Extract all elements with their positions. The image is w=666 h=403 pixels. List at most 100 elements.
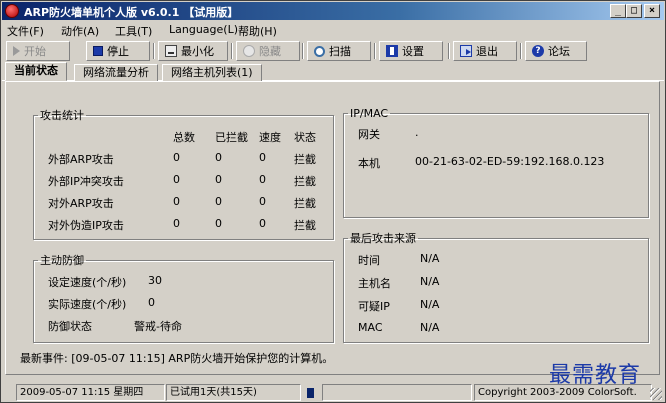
toolbar: 开始 停止 最小化 隐藏 扫描 设置 退出 ? 论坛 (2, 39, 664, 63)
menu-action[interactable]: 动作(A) (61, 23, 99, 39)
toolbar-separator (302, 43, 304, 59)
attack-time-value: N/A (420, 252, 440, 265)
suspicious-ip-label: 可疑IP (358, 300, 390, 313)
last-attack-legend: 最后攻击来源 (350, 232, 416, 245)
column-header-status: 状态 (294, 131, 316, 144)
row-status: 拦截 (294, 197, 316, 210)
last-attack-group: 最后攻击来源 时间 N/A 主机名 N/A 可疑IP N/A MAC N/A (343, 230, 649, 343)
tab-strip: 当前状态 网络流量分析 网络主机列表(1) (2, 62, 664, 81)
row-status: 拦截 (294, 153, 316, 166)
play-icon (13, 46, 20, 56)
resize-grip[interactable] (650, 388, 662, 400)
gateway-label: 网关 (358, 128, 380, 141)
row-speed: 0 (259, 217, 266, 230)
settings-icon (386, 45, 398, 57)
row-label: 对外伪造IP攻击 (48, 219, 124, 232)
tab-host-list[interactable]: 网络主机列表(1) (162, 64, 262, 81)
suspicious-ip-value: N/A (420, 298, 440, 311)
defense-status-label: 防御状态 (48, 320, 92, 333)
toolbar-separator (448, 43, 450, 59)
close-button[interactable]: × (644, 4, 660, 18)
latest-event: 最新事件: [09-05-07 11:15] ARP防火墙开始保护您的计算机。 (20, 352, 334, 365)
local-mac-ip-value: 00-21-63-02-ED-59:192.168.0.123 (415, 155, 605, 168)
column-header-speed: 速度 (259, 131, 281, 144)
toolbar-separator (231, 43, 233, 59)
forum-button[interactable]: ? 论坛 (525, 41, 587, 61)
gateway-value: . (415, 126, 419, 139)
ip-mac-legend: IP/MAC (350, 107, 389, 120)
tab-current-status[interactable]: 当前状态 (5, 62, 67, 81)
row-total: 0 (173, 173, 180, 186)
row-blocked: 0 (215, 173, 222, 186)
row-label: 外部ARP攻击 (48, 153, 114, 166)
row-status: 拦截 (294, 219, 316, 232)
row-blocked: 0 (215, 195, 222, 208)
row-total: 0 (173, 151, 180, 164)
toolbar-separator (153, 43, 155, 59)
actual-speed-value: 0 (148, 296, 155, 309)
defense-status-value: 警戒-待命 (134, 320, 182, 333)
menu-file[interactable]: 文件(F) (7, 23, 44, 39)
ip-mac-group: IP/MAC 网关 . 本机 00-21-63-02-ED-59:192.168… (343, 107, 649, 218)
row-total: 0 (173, 195, 180, 208)
set-speed-label: 设定速度(个/秒) (48, 276, 127, 289)
scan-label: 扫描 (329, 45, 351, 58)
attack-mac-label: MAC (358, 321, 383, 334)
menu-tools[interactable]: 工具(T) (115, 23, 152, 39)
status-trial: 已试用1天(共15天) (166, 384, 301, 401)
stop-icon (93, 46, 103, 56)
minimize-label: 最小化 (181, 45, 214, 58)
minimize-button[interactable]: _ (610, 4, 626, 18)
title-bar[interactable]: ARP防火墙单机个人版 v6.0.1 【试用版】 _ □ × (2, 2, 664, 20)
stop-button[interactable]: 停止 (86, 41, 150, 61)
active-defense-group: 主动防御 设定速度(个/秒) 30 实际速度(个/秒) 0 防御状态 警戒-待命 (33, 252, 334, 343)
column-header-total: 总数 (173, 131, 195, 144)
menu-help[interactable]: 帮助(H) (238, 23, 277, 39)
window-title: ARP防火墙单机个人版 v6.0.1 【试用版】 (24, 6, 239, 19)
status-empty (322, 384, 472, 401)
menu-language[interactable]: Language(L) (169, 23, 238, 36)
row-speed: 0 (259, 195, 266, 208)
minimize-icon (165, 45, 177, 57)
row-speed: 0 (259, 173, 266, 186)
tab-traffic-analysis[interactable]: 网络流量分析 (74, 64, 158, 81)
column-header-blocked: 已拦截 (215, 131, 248, 144)
attack-host-value: N/A (420, 275, 440, 288)
row-total: 0 (173, 217, 180, 230)
status-bar: 2009-05-07 11:15 星期四 已试用1天(共15天) Copyrig… (2, 382, 664, 402)
local-label: 本机 (358, 157, 380, 170)
forum-icon: ? (532, 45, 544, 57)
attack-mac-value: N/A (420, 321, 440, 334)
scan-icon (314, 45, 325, 57)
row-blocked: 0 (215, 151, 222, 164)
exit-label: 退出 (476, 45, 498, 58)
stop-label: 停止 (107, 45, 129, 58)
start-button[interactable]: 开始 (6, 41, 70, 61)
scan-button[interactable]: 扫描 (307, 41, 371, 61)
attack-stats-legend: 攻击统计 (40, 109, 84, 122)
status-copyright: Copyright 2003-2009 ColorSoft. (474, 384, 652, 401)
status-datetime: 2009-05-07 11:15 星期四 (16, 384, 165, 401)
exit-button[interactable]: 退出 (453, 41, 517, 61)
status-indicator (307, 388, 314, 398)
row-speed: 0 (259, 151, 266, 164)
shield-icon (5, 4, 19, 18)
row-status: 拦截 (294, 175, 316, 188)
hide-label: 隐藏 (259, 45, 281, 58)
toolbar-separator (520, 43, 522, 59)
settings-label: 设置 (402, 45, 424, 58)
settings-button[interactable]: 设置 (379, 41, 443, 61)
current-status-panel: 攻击统计 总数 已拦截 速度 状态 外部ARP攻击 0 0 0 拦截 外部IP冲… (5, 81, 660, 375)
row-label: 对外ARP攻击 (48, 197, 114, 210)
active-defense-legend: 主动防御 (40, 254, 84, 267)
maximize-button[interactable]: □ (626, 4, 642, 18)
set-speed-value: 30 (148, 274, 162, 287)
attack-host-label: 主机名 (358, 277, 391, 290)
attack-time-label: 时间 (358, 254, 380, 267)
menu-bar: 文件(F) 动作(A) 工具(T) Language(L) 帮助(H) (2, 21, 664, 39)
hide-button[interactable]: 隐藏 (236, 41, 300, 61)
app-window: ARP防火墙单机个人版 v6.0.1 【试用版】 _ □ × 文件(F) 动作(… (0, 0, 666, 403)
exit-icon (460, 45, 472, 57)
minimize-app-button[interactable]: 最小化 (158, 41, 228, 61)
hide-icon (243, 45, 255, 57)
